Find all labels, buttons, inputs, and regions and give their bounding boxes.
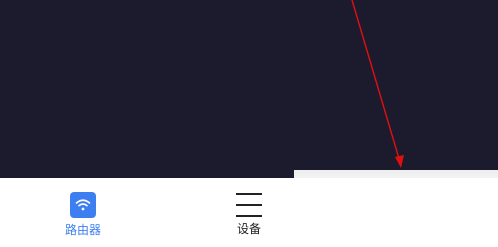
blurred-overlay <box>294 170 498 247</box>
tab-devices[interactable]: 设备 <box>208 178 290 247</box>
tab-router[interactable]: 路由器 <box>42 178 124 247</box>
tab-router-label: 路由器 <box>64 223 101 237</box>
hamburger-menu-icon <box>236 193 262 217</box>
app-screen: 路由器 设备 <box>0 0 498 247</box>
tab-devices-label: 设备 <box>236 222 261 236</box>
wifi-icon <box>70 192 96 218</box>
main-content-area <box>0 0 498 178</box>
